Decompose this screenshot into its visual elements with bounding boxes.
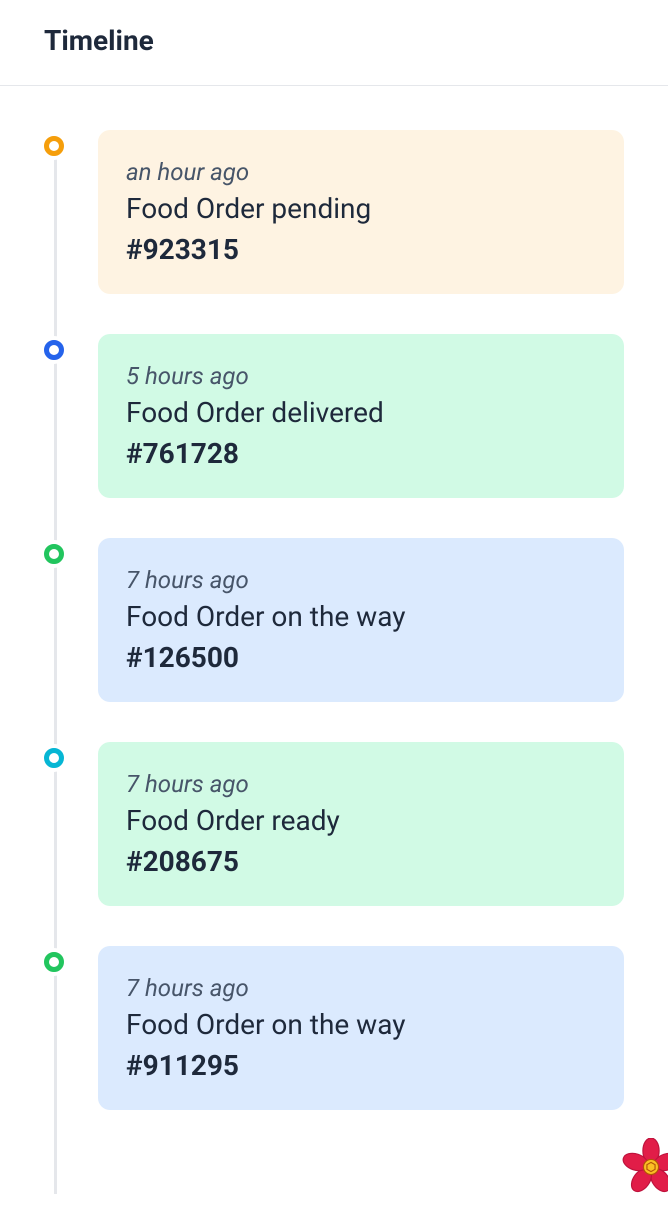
timeline-dot-icon [44,748,64,768]
timeline-item: 7 hours ago Food Order on the way #12650… [44,538,624,702]
timeline-dot-icon [44,544,64,564]
timeline-id: #761728 [126,437,596,470]
timeline-time: 7 hours ago [126,566,596,594]
timeline-card[interactable]: 5 hours ago Food Order delivered #761728 [98,334,624,498]
timeline-dot-icon [44,952,64,972]
timeline-dot-icon [44,136,64,156]
timeline-time: 7 hours ago [126,974,596,1002]
page-header: Timeline [0,0,668,86]
timeline-card[interactable]: 7 hours ago Food Order ready #208675 [98,742,624,906]
timeline-title: Food Order on the way [126,1008,596,1041]
timeline-item: 5 hours ago Food Order delivered #761728 [44,334,624,498]
timeline-title: Food Order pending [126,192,596,225]
timeline-card[interactable]: 7 hours ago Food Order on the way #91129… [98,946,624,1110]
timeline-time: 7 hours ago [126,770,596,798]
timeline-time: 5 hours ago [126,362,596,390]
timeline-id: #911295 [126,1049,596,1082]
devtools-flower-icon[interactable] [622,1138,668,1196]
timeline-dot-icon [44,340,64,360]
timeline-item: 7 hours ago Food Order ready #208675 [44,742,624,906]
timeline-time: an hour ago [126,158,596,186]
timeline-card[interactable]: an hour ago Food Order pending #923315 [98,130,624,294]
timeline-item: 7 hours ago Food Order on the way #91129… [44,946,624,1110]
timeline-title: Food Order on the way [126,600,596,633]
timeline-title: Food Order ready [126,804,596,837]
timeline-id: #923315 [126,233,596,266]
page-title: Timeline [44,24,624,57]
timeline-container: an hour ago Food Order pending #923315 5… [0,86,668,1194]
timeline-id: #126500 [126,641,596,674]
timeline-title: Food Order delivered [126,396,596,429]
timeline-card[interactable]: 7 hours ago Food Order on the way #12650… [98,538,624,702]
timeline-id: #208675 [126,845,596,878]
timeline-item: an hour ago Food Order pending #923315 [44,130,624,294]
